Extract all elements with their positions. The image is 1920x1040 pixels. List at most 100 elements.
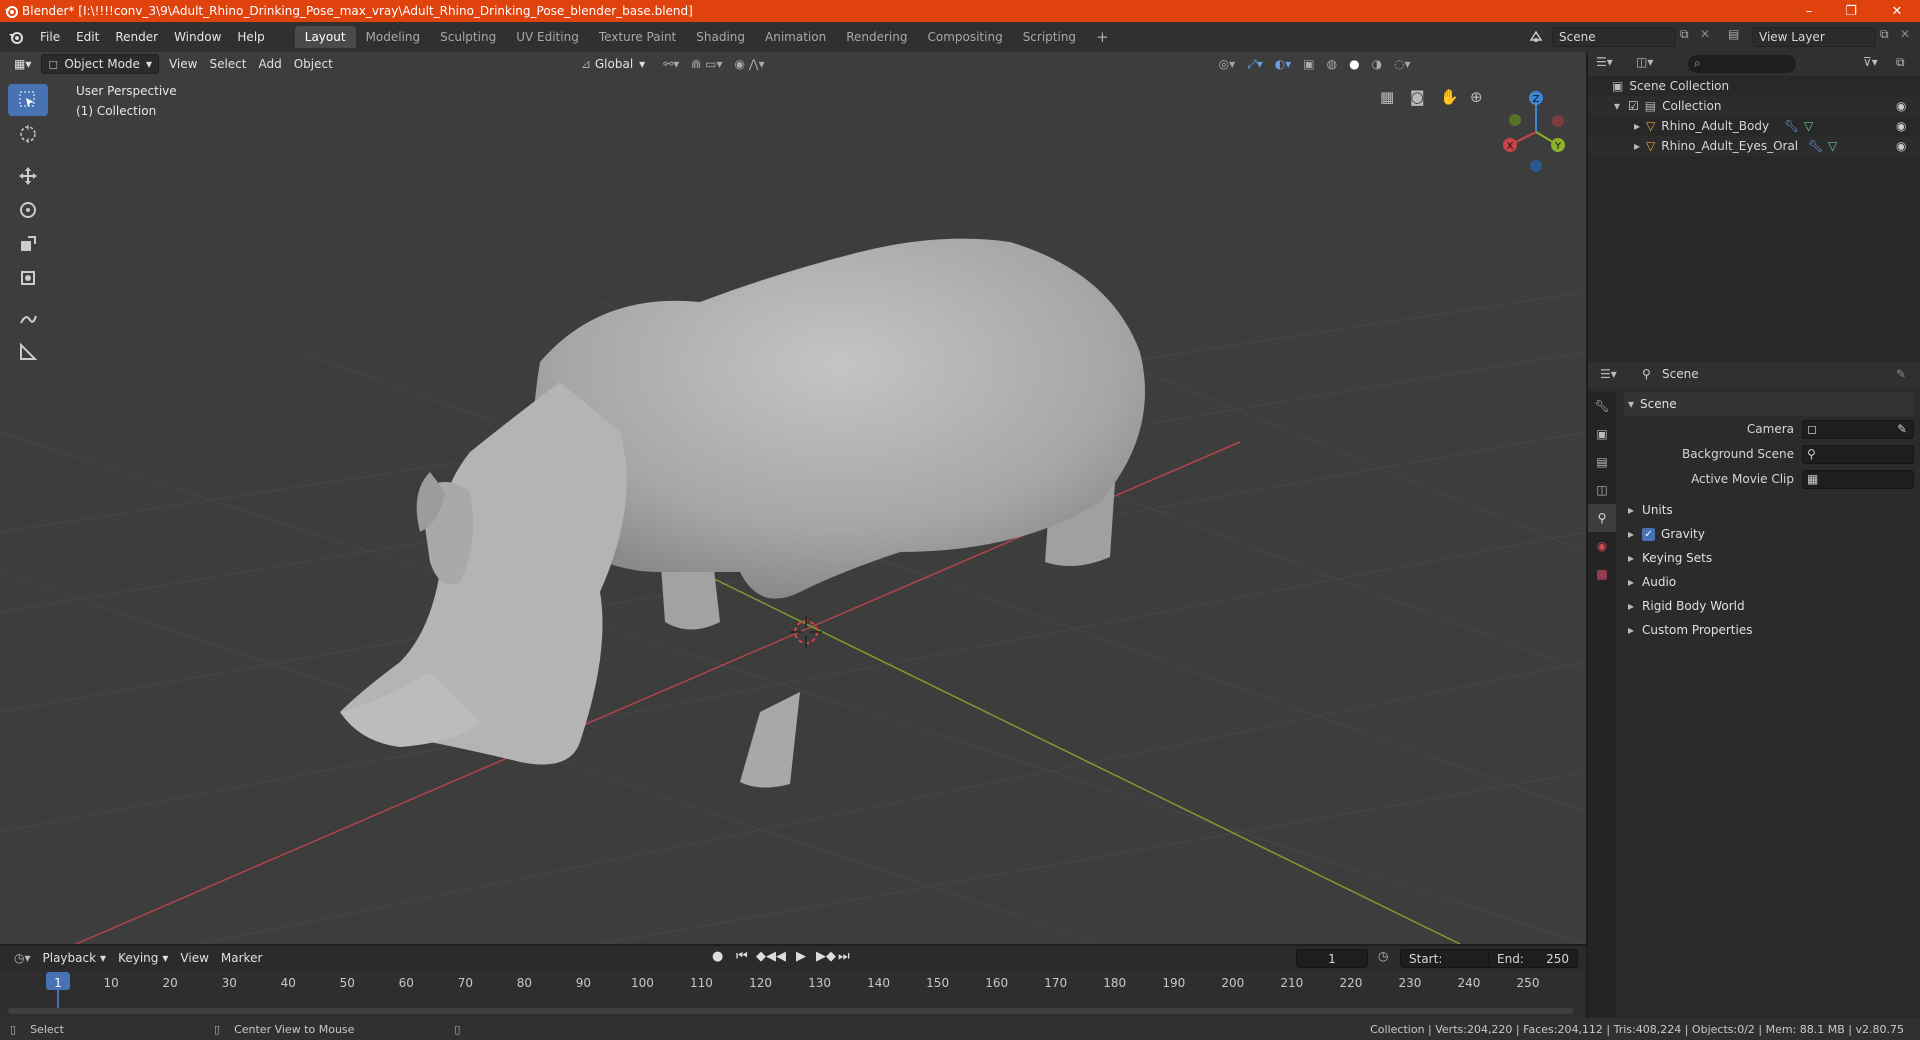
units-panel[interactable]: ▸ Units	[1624, 498, 1914, 522]
zoom-view-icon[interactable]: ⊕	[1470, 88, 1494, 112]
add-workspace-icon[interactable]: +	[1086, 24, 1119, 50]
toggle-view-grid-icon[interactable]: ▦	[1380, 88, 1404, 112]
tab-texture-paint[interactable]: Texture Paint	[589, 26, 686, 48]
viewport-menu-add[interactable]: Add	[252, 54, 287, 74]
exclude-checkbox-icon[interactable]: ☑	[1628, 99, 1639, 113]
playback-menu[interactable]: Playback ▾	[37, 948, 113, 968]
end-frame-field[interactable]: End: 250	[1488, 949, 1578, 968]
close-window-button[interactable]: ✕	[1874, 0, 1920, 22]
rigid-body-world-panel[interactable]: ▸ Rigid Body World	[1624, 594, 1914, 618]
overlays-toggle-icon[interactable]: ◐▾	[1269, 54, 1298, 74]
scene-panel-header[interactable]: ▾ Scene	[1624, 392, 1914, 416]
play-icon[interactable]: ▶	[796, 949, 806, 964]
expand-collapse-icon[interactable]: ▸	[1634, 119, 1640, 133]
active-movie-clip-field[interactable]: ▦	[1802, 470, 1914, 489]
new-scene-icon[interactable]: ⧉	[1680, 27, 1689, 42]
cursor-tool-icon[interactable]	[8, 118, 48, 150]
audio-panel[interactable]: ▸ Audio	[1624, 570, 1914, 594]
filter-icon[interactable]: ⊽▾	[1863, 55, 1878, 69]
delete-view-layer-icon[interactable]: ✕	[1900, 27, 1910, 41]
record-keyframe-icon[interactable]: ●	[712, 949, 723, 964]
new-collection-icon[interactable]: ⧉	[1896, 55, 1905, 70]
menu-help[interactable]: Help	[229, 30, 272, 44]
outliner-editor-type-icon[interactable]: ☰▾	[1596, 55, 1613, 69]
tab-shading[interactable]: Shading	[686, 26, 755, 48]
viewport-menu-select[interactable]: Select	[203, 54, 252, 74]
menu-render[interactable]: Render	[107, 30, 166, 44]
rhino-model[interactable]	[340, 238, 1145, 788]
pivot-point-icon[interactable]: ⚯▾	[657, 54, 685, 74]
visibility-eye-icon[interactable]: ◉	[1896, 139, 1906, 153]
select-box-tool-icon[interactable]	[8, 84, 48, 116]
editor-type-icon[interactable]: ▦▾	[8, 54, 37, 74]
keying-menu[interactable]: Keying ▾	[112, 948, 174, 968]
outliner-row-object[interactable]: ▸ ▽ Rhino_Adult_Body 🔧︎ ▽ ◉	[1588, 116, 1920, 136]
output-tab-icon[interactable]: ▤	[1588, 448, 1616, 476]
menu-window[interactable]: Window	[166, 30, 229, 44]
timeline-scrollbar[interactable]	[8, 1008, 1574, 1014]
scale-tool-icon[interactable]	[8, 228, 48, 260]
jump-end-icon[interactable]: ⏭	[838, 949, 850, 964]
current-frame-field[interactable]: 1	[1296, 949, 1368, 968]
expand-collapse-icon[interactable]: ▸	[1634, 139, 1640, 153]
wireframe-shading-icon[interactable]: ◍	[1321, 54, 1343, 74]
timeline-menu-marker[interactable]: Marker	[215, 948, 268, 968]
viewport-menu-view[interactable]: View	[163, 54, 203, 74]
scene-tab-icon[interactable]: ⚲	[1588, 504, 1616, 532]
tab-scripting[interactable]: Scripting	[1013, 26, 1086, 48]
tab-animation[interactable]: Animation	[755, 26, 836, 48]
modifier-wrench-icon[interactable]: 🔧︎	[1808, 139, 1823, 153]
outliner-row-object[interactable]: ▸ ▽ Rhino_Adult_Eyes_Oral 🔧︎ ▽ ◉	[1588, 136, 1920, 156]
xray-toggle-icon[interactable]: ▣	[1297, 54, 1320, 74]
transform-tool-icon[interactable]	[8, 262, 48, 294]
camera-view-icon[interactable]: ◙	[1410, 88, 1434, 112]
view-layer-selector[interactable]: View Layer	[1752, 27, 1876, 47]
background-scene-field[interactable]: ⚲	[1802, 445, 1914, 464]
viewport-menu-object[interactable]: Object	[288, 54, 339, 74]
gizmo-toggle-icon[interactable]: ⤢▾	[1241, 54, 1269, 74]
eyedropper-icon[interactable]: ✎	[1897, 422, 1907, 436]
view-layer-icon[interactable]: ▤	[1728, 27, 1739, 41]
mesh-data-icon[interactable]: ▽	[1804, 119, 1813, 133]
3d-cursor[interactable]	[790, 616, 822, 648]
minimize-button[interactable]: –	[1786, 0, 1832, 22]
preview-range-clock-icon[interactable]: ◷	[1378, 949, 1388, 963]
world-tab-icon[interactable]: ◉	[1588, 532, 1616, 560]
pan-view-hand-icon[interactable]: ✋	[1440, 88, 1464, 112]
scene-selector[interactable]: Scene	[1552, 27, 1676, 47]
visibility-eye-icon[interactable]: ◉	[1896, 119, 1906, 133]
texture-tab-icon[interactable]: ▩	[1588, 560, 1616, 588]
visibility-eye-icon[interactable]: ◉	[1896, 99, 1906, 113]
menu-edit[interactable]: Edit	[68, 30, 107, 44]
new-view-layer-icon[interactable]: ⧉	[1880, 27, 1889, 42]
expand-collapse-icon[interactable]: ▾	[1614, 99, 1620, 113]
outliner-row-collection[interactable]: ▾ ☑ ▤ Collection ◉	[1588, 96, 1920, 116]
properties-editor-type-icon[interactable]: ☰▾	[1600, 367, 1617, 381]
tab-modeling[interactable]: Modeling	[356, 26, 431, 48]
outliner-search-input[interactable]: ⌕	[1688, 55, 1796, 73]
menu-file[interactable]: File	[32, 30, 68, 44]
annotate-tool-icon[interactable]	[8, 302, 48, 334]
gravity-panel[interactable]: ▸ ✓ Gravity	[1624, 522, 1914, 546]
snap-icon[interactable]: ⋒ ▭▾	[685, 54, 728, 74]
keying-sets-panel[interactable]: ▸ Keying Sets	[1624, 546, 1914, 570]
render-tab-icon[interactable]: ▣	[1588, 420, 1616, 448]
gravity-checkbox[interactable]: ✓	[1642, 527, 1656, 541]
pin-icon[interactable]: ✎	[1896, 367, 1906, 381]
blender-menu-icon[interactable]	[8, 29, 24, 45]
maximize-button[interactable]: ❐	[1828, 0, 1874, 22]
transform-orientation-dropdown[interactable]: ⊿ Global ▾	[575, 54, 651, 74]
jump-start-icon[interactable]: ⏮	[736, 949, 748, 964]
tab-layout[interactable]: Layout	[294, 26, 356, 48]
tab-rendering[interactable]: Rendering	[836, 26, 917, 48]
mesh-data-icon[interactable]: ▽	[1828, 139, 1837, 153]
object-mode-dropdown[interactable]: ◻ Object Mode ▾	[41, 54, 159, 74]
material-shading-icon[interactable]: ◑	[1366, 54, 1388, 74]
timeline-menu-view[interactable]: View	[174, 948, 214, 968]
delete-scene-icon[interactable]: ✕	[1700, 27, 1710, 41]
proportional-editing-icon[interactable]: ◉ ⋀▾	[729, 54, 771, 74]
measure-tool-icon[interactable]	[8, 336, 48, 368]
rendered-shading-icon[interactable]: ◌▾	[1388, 54, 1417, 74]
jump-prev-keyframe-icon[interactable]: ◆◀	[756, 949, 776, 964]
navigation-gizmo[interactable]: Z X Y	[1500, 86, 1572, 176]
